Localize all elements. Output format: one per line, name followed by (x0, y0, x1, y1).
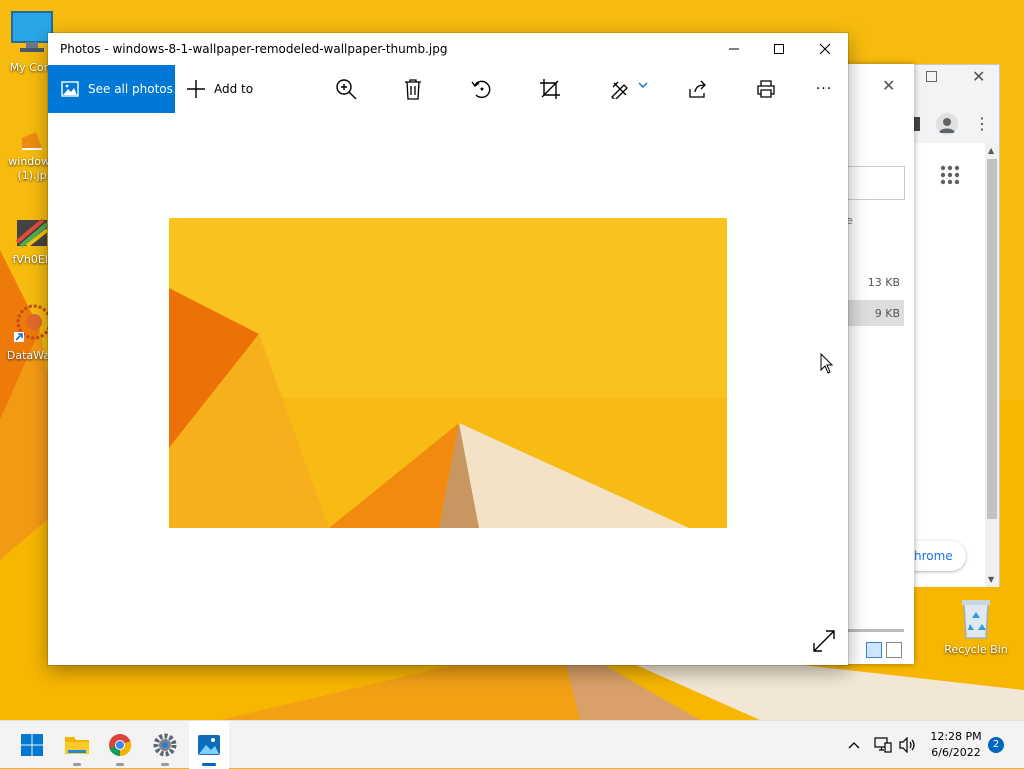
show-hidden-icons-button[interactable] (844, 721, 864, 769)
crop-button[interactable] (538, 77, 562, 101)
photos-toolbar: See all photos Add to ··· (48, 65, 848, 113)
running-indicator (161, 763, 169, 766)
taskbar-clock[interactable]: 12:28 PM 6/6/2022 (922, 729, 990, 761)
see-all-photos-button[interactable]: See all photos (48, 65, 175, 113)
clock-date: 6/6/2022 (931, 746, 981, 759)
recycle-bin-label: Recycle Bin (944, 643, 1008, 656)
profile-avatar-icon[interactable] (936, 113, 958, 135)
network-button[interactable] (872, 721, 894, 769)
photos-app-icon (198, 735, 220, 755)
more-options-button[interactable]: ··· (812, 77, 836, 101)
taskbar-file-explorer[interactable] (57, 721, 97, 769)
recycle-bin-icon (962, 600, 990, 639)
plus-icon (187, 80, 205, 98)
taskbar-settings[interactable] (145, 721, 185, 769)
vertical-scrollbar[interactable]: ▲ ▼ (985, 143, 999, 587)
running-indicator (73, 763, 81, 766)
desktop-icon-recycle-bin[interactable]: Recycle Bin (940, 598, 1012, 656)
gear-icon (153, 733, 177, 757)
file-size: 13 KB (867, 276, 900, 289)
start-button[interactable] (12, 721, 52, 769)
edit-create-button[interactable] (610, 77, 654, 101)
see-all-photos-label: See all photos (88, 82, 173, 96)
apps-grid-icon[interactable] (940, 165, 960, 185)
taskbar-photos[interactable] (189, 721, 229, 769)
folder-icon (65, 737, 89, 754)
taskbar: 12:28 PM 6/6/2022 2 (0, 720, 1024, 769)
maximize-button[interactable] (756, 33, 802, 65)
wallpaper-photo (169, 218, 727, 528)
crop-icon (540, 79, 560, 99)
rotate-button[interactable] (470, 77, 494, 101)
maximize-icon[interactable] (926, 71, 937, 82)
share-icon (689, 80, 706, 98)
print-icon (757, 80, 775, 98)
file-size: 9 KB (874, 307, 900, 320)
datawagon-icon (14, 304, 52, 342)
title-bar[interactable]: Photos - windows-8-1-wallpaper-remodeled… (48, 33, 848, 65)
file-explorer-window-background[interactable]: ✕ e 13 KB 9 KB (838, 64, 914, 664)
edit-icon (611, 81, 628, 99)
close-button[interactable] (802, 33, 848, 65)
view-toggle[interactable] (866, 642, 902, 658)
zoom-in-icon (336, 79, 357, 100)
clock-time: 12:28 PM (930, 730, 982, 743)
scroll-up-icon[interactable]: ▲ (988, 146, 994, 155)
striped-image-icon (15, 218, 49, 248)
taskbar-chrome[interactable] (100, 721, 140, 769)
chrome-sign-in-pill[interactable]: hrome (912, 541, 966, 571)
windows-logo-icon (21, 734, 43, 756)
photo-viewer-image[interactable] (169, 218, 727, 528)
mouse-pointer-icon (820, 353, 834, 374)
photo-gallery-icon (61, 81, 79, 97)
close-icon (819, 43, 831, 55)
fullscreen-expand-icon[interactable] (812, 629, 836, 653)
minimize-icon (729, 48, 739, 50)
photos-app-window[interactable]: Photos - windows-8-1-wallpaper-remodeled… (48, 33, 848, 665)
add-to-button[interactable]: Add to (186, 65, 253, 113)
volume-button[interactable] (897, 721, 919, 769)
close-icon[interactable]: ✕ (972, 67, 985, 86)
more-icon: ··· (815, 81, 833, 97)
search-input[interactable] (846, 166, 905, 200)
details-view-icon[interactable] (866, 642, 882, 658)
zoom-button[interactable] (334, 77, 358, 101)
chrome-menu-icon[interactable]: ⋮ (974, 113, 990, 135)
notification-count-badge[interactable]: 2 (988, 737, 1004, 753)
chrome-icon (109, 734, 132, 757)
network-icon (874, 737, 892, 753)
running-indicator (116, 763, 124, 766)
chevron-down-icon (638, 82, 648, 88)
print-button[interactable] (754, 77, 778, 101)
speaker-icon (899, 737, 915, 753)
close-icon[interactable]: ✕ (882, 76, 895, 95)
horizontal-scrollbar[interactable] (846, 629, 904, 632)
bookmark-icon (914, 117, 920, 131)
scrollbar-thumb[interactable] (987, 159, 997, 519)
delete-icon (405, 79, 421, 100)
delete-button[interactable] (401, 77, 425, 101)
chrome-page-content (914, 143, 986, 587)
image-file-icon (22, 132, 42, 150)
large-icons-view-icon[interactable] (886, 642, 902, 658)
running-indicator (202, 763, 216, 766)
scroll-down-icon[interactable]: ▼ (988, 575, 994, 584)
chrome-window-background[interactable]: ✕ ⋮ ▲ ▼ hrome (912, 64, 1000, 587)
chevron-up-icon (848, 742, 860, 749)
share-button[interactable] (686, 77, 710, 101)
minimize-button[interactable] (711, 33, 757, 65)
maximize-icon (774, 44, 784, 54)
add-to-label: Add to (214, 82, 254, 96)
window-title: Photos - windows-8-1-wallpaper-remodeled… (60, 42, 448, 56)
rotate-icon (471, 80, 491, 99)
